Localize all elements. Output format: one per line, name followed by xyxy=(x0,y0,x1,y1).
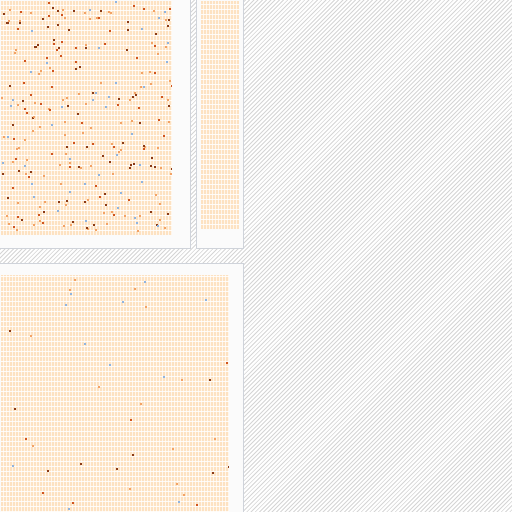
text-lines xyxy=(1,275,229,512)
thumbnail-content-top-left xyxy=(1,1,172,235)
text-lines xyxy=(201,1,239,229)
document-thumbnail-top-left[interactable] xyxy=(0,0,191,249)
thumbnail-content-top-right xyxy=(201,1,239,229)
thumbnail-content-bottom xyxy=(1,275,229,512)
text-lines xyxy=(1,1,172,235)
document-thumbnail-bottom[interactable] xyxy=(0,263,244,512)
document-thumbnail-top-right[interactable] xyxy=(196,0,244,249)
